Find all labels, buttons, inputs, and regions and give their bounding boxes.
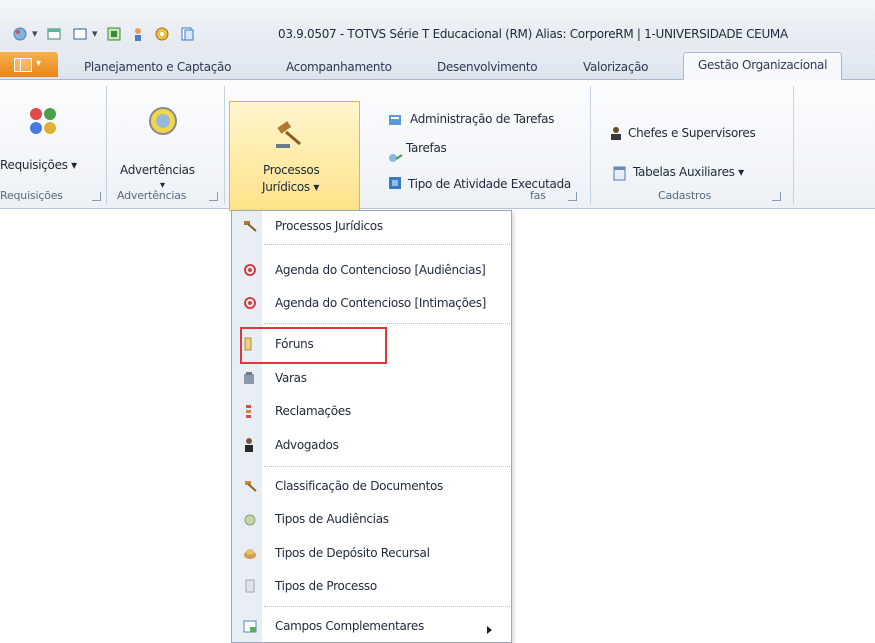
task-admin-icon [389, 115, 401, 125]
user-tool-icon[interactable] [130, 26, 146, 42]
calendar-summons-icon [244, 297, 256, 309]
tasks-icon [389, 154, 403, 162]
menu-separator [264, 466, 510, 467]
processos-label-2: Jurídicos [262, 180, 310, 194]
window-title: 03.9.0507 - TOTVS Série T Educacional (R… [278, 27, 788, 41]
tab-planejamento[interactable]: Planejamento e Captação [84, 60, 231, 74]
tables-icon [613, 166, 626, 181]
administracao-tarefas-button[interactable]: Administração de Tarefas [410, 112, 554, 126]
menu-item-reclamacoes[interactable]: Reclamações [232, 395, 510, 428]
menu-item-label: Campos Complementares [275, 619, 424, 633]
menu-separator [264, 323, 510, 324]
chefes-supervisores-button[interactable]: Chefes e Supervisores [628, 126, 756, 140]
advertencias-button[interactable]: Advertências [120, 162, 195, 179]
menu-item-agenda-audiencias[interactable]: Agenda do Contencioso [Audiências] [232, 254, 510, 287]
processos-label-1: Processos [263, 163, 320, 177]
tabelas-auxiliares-label: Tabelas Auxiliares [633, 165, 735, 179]
menu-item-classificacao-documentos[interactable]: Classificação de Documentos [232, 470, 510, 503]
menu-item-label: Advogados [275, 438, 339, 452]
settings-icon[interactable] [154, 26, 170, 42]
menu-separator [264, 606, 510, 607]
dialog-launcher-icon[interactable] [568, 192, 577, 201]
complaint-icon [246, 405, 251, 418]
form-fields-icon [243, 620, 257, 633]
document-icon[interactable] [179, 26, 195, 42]
dialog-launcher-icon[interactable] [209, 192, 218, 201]
advertencias-label: Advertências [120, 163, 195, 177]
court-icon [244, 372, 254, 384]
highlight-annotation-box [240, 327, 387, 364]
group-label-cadastros: Cadastros [658, 189, 712, 202]
menu-item-tipos-processo[interactable]: Tipos de Processo [232, 570, 510, 603]
requisicoes-label: Requisições [0, 158, 68, 172]
group-separator [590, 86, 591, 204]
supervisors-icon [611, 127, 621, 140]
menu-item-label: Varas [275, 371, 307, 385]
group-separator [793, 86, 794, 204]
dialog-launcher-icon[interactable] [92, 192, 101, 201]
menu-item-varas[interactable]: Varas [232, 362, 510, 395]
menu-item-label: Classificação de Documentos [275, 479, 443, 493]
tabelas-auxiliares-button[interactable]: Tabelas Auxiliares ▾ [633, 165, 744, 179]
processos-label-2-wrap: Jurídicos ▾ [262, 180, 320, 194]
deposit-icon [244, 549, 256, 559]
activity-type-icon [389, 177, 401, 189]
requisitions-icon [30, 108, 56, 134]
group-label-tarefas: fas [530, 189, 546, 202]
dialog-launcher-icon[interactable] [772, 192, 781, 201]
group-separator [224, 86, 225, 204]
grid-icon[interactable] [106, 26, 122, 42]
menu-item-label: Processos Jurídicos [275, 219, 383, 233]
menu-separator [264, 244, 510, 245]
maximize-icon[interactable] [72, 26, 88, 42]
chevron-down-icon[interactable]: ▾ [92, 27, 98, 40]
menu-item-advogados[interactable]: Advogados [232, 429, 510, 462]
gavel-icon [276, 121, 301, 148]
menu-item-agenda-intimacoes[interactable]: Agenda do Contencioso [Intimações] [232, 287, 510, 320]
menu-item-label: Tipos de Depósito Recursal [275, 546, 430, 560]
gavel-icon [245, 481, 257, 492]
group-label-advertencias: Advertências [117, 189, 187, 202]
submenu-arrow-icon [487, 626, 492, 634]
menu-item-campos-complementares[interactable]: Campos Complementares [232, 610, 510, 643]
lawyer-icon [245, 438, 253, 452]
gavel-icon [244, 221, 257, 232]
menu-item-label: Reclamações [275, 404, 351, 418]
menu-item-label: Tipos de Audiências [275, 512, 389, 526]
warning-clock-icon [149, 107, 177, 135]
globe-icon[interactable] [12, 26, 28, 42]
requisicoes-button[interactable]: Requisições ▾ [0, 157, 77, 174]
window-icon[interactable] [46, 26, 62, 42]
hearing-type-icon [244, 514, 256, 526]
title-bar [0, 0, 875, 50]
menu-item-tipos-deposito[interactable]: Tipos de Depósito Recursal [232, 537, 510, 570]
group-label-requisicoes: Requisições [0, 189, 63, 202]
tab-valorizacao[interactable]: Valorização [583, 60, 649, 74]
chevron-down-icon: ▾ [36, 58, 42, 69]
chevron-down-icon[interactable]: ▾ [32, 27, 38, 40]
document-icon [245, 579, 255, 593]
menu-item-processos-juridicos[interactable]: Processos Jurídicos [232, 210, 510, 243]
group-separator [106, 86, 107, 204]
tab-gestao-organizacional[interactable]: Gestão Organizacional [683, 52, 843, 80]
file-menu-button[interactable]: ▾ [0, 52, 58, 77]
menu-item-label: Tipos de Processo [275, 579, 377, 593]
calendar-hearings-icon [244, 264, 256, 276]
tipo-atividade-button[interactable]: Tipo de Atividade Executada [408, 177, 571, 191]
tarefas-button[interactable]: Tarefas [406, 141, 447, 155]
menu-item-tipos-audiencias[interactable]: Tipos de Audiências [232, 503, 510, 536]
menu-item-label: Agenda do Contencioso [Intimações] [275, 296, 487, 310]
app-menu-icon [14, 58, 32, 72]
tab-desenvolvimento[interactable]: Desenvolvimento [437, 60, 538, 74]
menu-item-label: Agenda do Contencioso [Audiências] [275, 263, 486, 277]
tab-acompanhamento[interactable]: Acompanhamento [286, 60, 392, 74]
